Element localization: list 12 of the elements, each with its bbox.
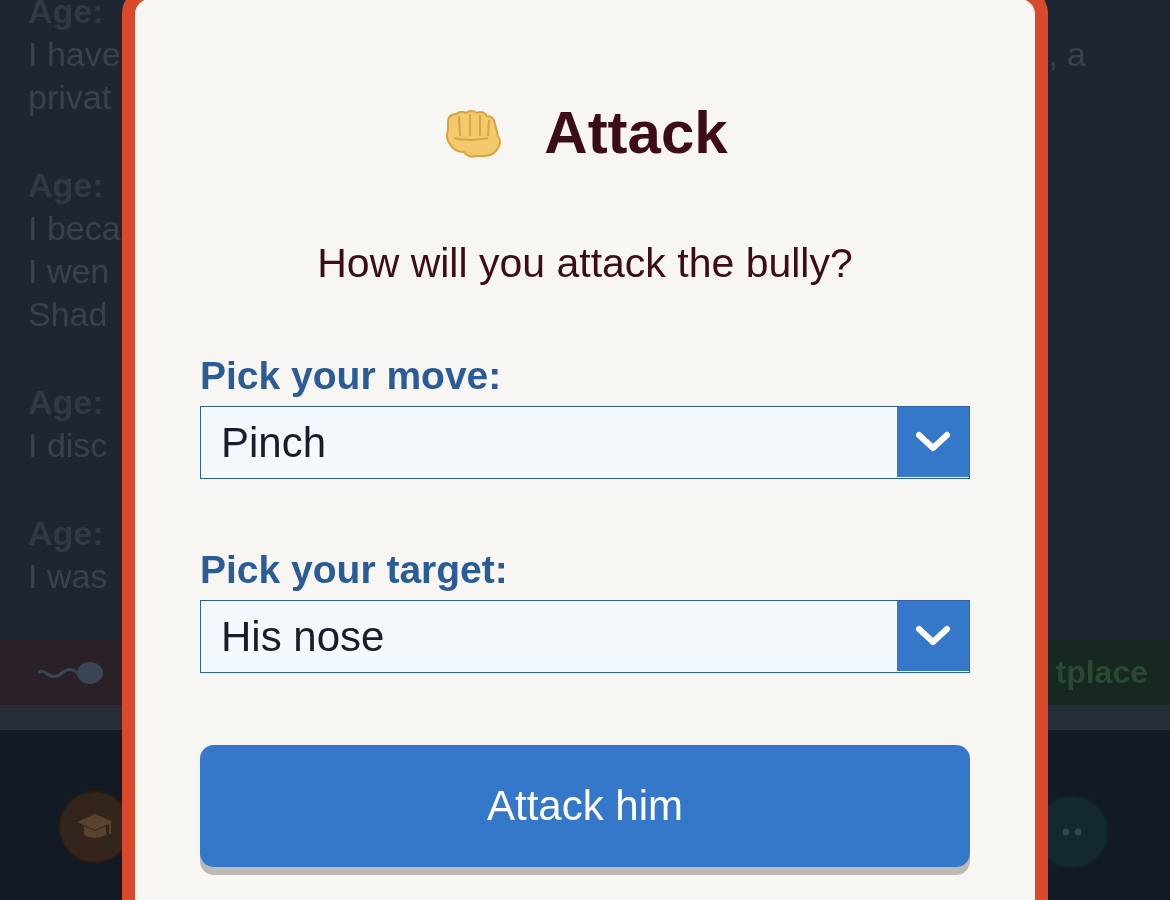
more-dots-icon	[1062, 828, 1082, 836]
field-label: Pick your target:	[200, 549, 508, 591]
field-label: Pick your move:	[200, 355, 502, 397]
chevron-down-icon[interactable]	[897, 601, 969, 671]
chevron-down-icon[interactable]	[897, 407, 969, 477]
dialog-title: Attack	[544, 100, 728, 165]
ribbon-button[interactable]	[0, 640, 122, 705]
nav-circle-button[interactable]	[58, 790, 122, 864]
dialog-prompt: How will you attack the bully?	[317, 241, 853, 285]
dropdown-select[interactable]: His nose	[200, 600, 970, 673]
dropdown-select[interactable]: Pinch	[200, 406, 970, 479]
nav-circle-button[interactable]	[1048, 795, 1109, 869]
